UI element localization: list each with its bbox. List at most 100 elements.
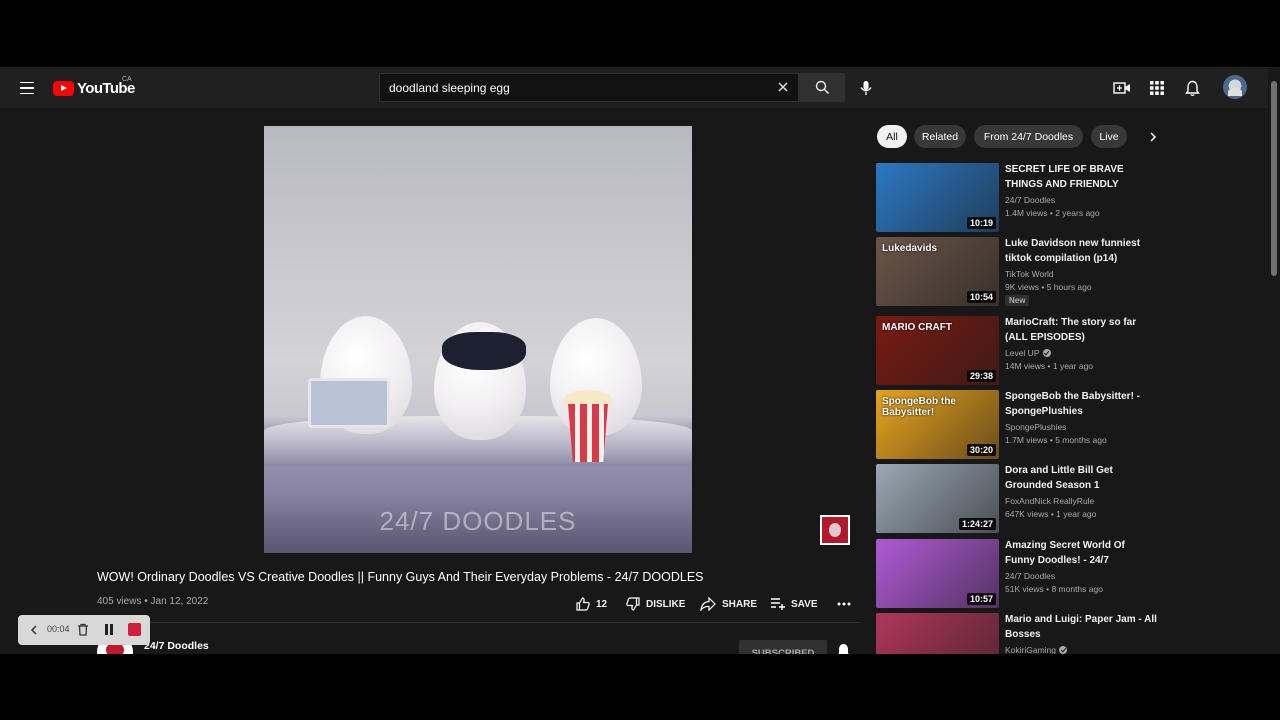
recommended-video[interactable]: 10:57 Amazing Secret World Of Funny Doodl… bbox=[876, 539, 1166, 609]
video-duration: 1:24:27 bbox=[958, 518, 996, 530]
more-horizontal-icon bbox=[837, 602, 851, 606]
screen-recorder-widget: 00:04 bbox=[18, 615, 150, 645]
chip-related[interactable]: Related bbox=[914, 125, 966, 148]
save-button[interactable]: SAVE bbox=[771, 595, 818, 613]
recommended-video[interactable]: 10:19 SECRET LIFE OF BRAVE THINGS AND FRI… bbox=[876, 163, 1166, 233]
video-duration: 10:19 bbox=[966, 217, 996, 229]
recommended-meta: 1.4M views • 2 years ago bbox=[1005, 208, 1100, 218]
recommended-channel-name: TikTok World bbox=[1005, 269, 1054, 279]
popcorn-prop bbox=[568, 404, 608, 462]
recommended-video-title[interactable]: Luke Davidson new funniest tiktok compil… bbox=[1005, 237, 1157, 266]
info-divider bbox=[97, 622, 860, 623]
video-meta: 405 views • Jan 12, 2022 bbox=[97, 596, 209, 607]
recommended-video-title[interactable]: SECRET LIFE OF BRAVE THINGS AND FRIENDLY… bbox=[1005, 163, 1157, 192]
like-button[interactable]: 12 bbox=[576, 595, 607, 613]
video-thumbnail[interactable]: 1:24:27 bbox=[876, 464, 999, 533]
recommended-video-title[interactable]: Dora and Little Bill Get Grounded Season… bbox=[1005, 464, 1157, 493]
recommended-channel[interactable]: 24/7 Doodles bbox=[1005, 571, 1055, 581]
recommended-meta: 14M views • 1 year ago bbox=[1005, 361, 1094, 371]
voice-search-button[interactable] bbox=[852, 74, 879, 101]
scrollbar-thumb[interactable] bbox=[1271, 81, 1277, 276]
recommended-channel-name: Level UP bbox=[1005, 348, 1040, 358]
stop-recording-icon[interactable] bbox=[128, 623, 141, 636]
thumbnail-caption: SpongeBob the Babysitter! bbox=[882, 396, 956, 418]
recommended-channel[interactable]: Level UP bbox=[1005, 348, 1051, 358]
recommended-channel[interactable]: KokiriGaming bbox=[1005, 645, 1068, 654]
verified-icon bbox=[1059, 646, 1068, 654]
recommended-channel[interactable]: 24/7 Doodles bbox=[1005, 195, 1055, 205]
clear-icon[interactable] bbox=[776, 80, 790, 94]
video-thumbnail[interactable]: SpongeBob the Babysitter! 30:20 bbox=[876, 390, 999, 459]
recommended-channel-name: 24/7 Doodles bbox=[1005, 571, 1056, 581]
recommended-channel-name: KokiriGaming bbox=[1005, 645, 1057, 654]
recommended-video-title[interactable]: SpongeBob the Babysitter! - SpongePlushi… bbox=[1005, 390, 1157, 419]
video-watermark: 24/7 DOODLES bbox=[379, 506, 577, 536]
save-playlist-icon bbox=[771, 598, 785, 610]
country-code: CA bbox=[122, 76, 132, 83]
recommended-video[interactable]: Mario and Luigi: Paper Jam - All Bosses K… bbox=[876, 613, 1166, 654]
thumbnail-caption: Lukedavids bbox=[882, 243, 938, 254]
chip-all[interactable]: All bbox=[877, 125, 907, 148]
delete-recording-icon[interactable] bbox=[77, 623, 89, 636]
video-duration: 10:57 bbox=[966, 593, 996, 605]
video-thumbnail[interactable] bbox=[876, 613, 999, 654]
recommended-channel[interactable]: SpongePlushies bbox=[1005, 422, 1066, 432]
mic-icon bbox=[859, 80, 872, 95]
apps-icon[interactable] bbox=[1146, 77, 1168, 99]
share-button[interactable]: SHARE bbox=[700, 595, 757, 613]
share-icon bbox=[700, 597, 716, 611]
phone-prop bbox=[308, 378, 390, 428]
save-label: SAVE bbox=[791, 598, 818, 610]
recommended-video[interactable]: Lukedavids 10:54 Luke Davidson new funnies… bbox=[876, 237, 1166, 307]
share-label: SHARE bbox=[722, 598, 758, 610]
thumbs-down-icon bbox=[626, 597, 640, 611]
collapse-chevron-icon[interactable] bbox=[30, 625, 37, 635]
recommended-meta: 1.7M views • 5 months ago bbox=[1005, 435, 1107, 445]
thumbs-up-icon bbox=[576, 597, 590, 611]
dislike-label: DISLIKE bbox=[646, 598, 686, 610]
notifications-icon[interactable] bbox=[1181, 77, 1203, 99]
menu-icon[interactable] bbox=[16, 77, 38, 99]
account-avatar[interactable] bbox=[1223, 75, 1247, 99]
scrollbar bbox=[1268, 67, 1280, 654]
pause-recording-icon[interactable] bbox=[104, 623, 114, 636]
channel-watermark-avatar[interactable] bbox=[820, 515, 850, 545]
video-duration: 30:20 bbox=[966, 444, 996, 456]
channel-bell-icon[interactable] bbox=[836, 643, 851, 654]
recommended-video[interactable]: SpongeBob the Babysitter! 30:20 SpongeBob … bbox=[876, 390, 1166, 460]
recommended-channel[interactable]: FoxAndNick ReallyRule bbox=[1005, 496, 1094, 506]
recommended-channel[interactable]: TikTok World bbox=[1005, 269, 1054, 279]
youtube-watch-page: YouTube CA 24/7 DOODL bbox=[0, 67, 1280, 654]
search-button[interactable] bbox=[799, 73, 845, 102]
video-thumbnail[interactable]: Lukedavids 10:54 bbox=[876, 237, 999, 306]
recommended-video-title[interactable]: Mario and Luigi: Paper Jam - All Bosses bbox=[1005, 613, 1157, 642]
recommended-meta: 9K views • 5 hours ago bbox=[1005, 282, 1092, 292]
recommended-video[interactable]: MARIO CRAFT 29:38 MarioCraft: The story so… bbox=[876, 316, 1166, 386]
dislike-button[interactable]: DISLIKE bbox=[626, 595, 685, 613]
thumbnail-caption: MARIO CRAFT bbox=[882, 322, 952, 333]
video-thumbnail[interactable]: 10:57 bbox=[876, 539, 999, 608]
verified-icon bbox=[1042, 349, 1051, 357]
search-icon bbox=[815, 80, 829, 95]
recording-time: 00:04 bbox=[47, 624, 70, 634]
subscribe-button[interactable]: SUBSCRIBED bbox=[739, 640, 827, 654]
video-player[interactable]: 24/7 DOODLES bbox=[264, 126, 692, 553]
chevron-right-icon[interactable] bbox=[1145, 129, 1161, 145]
more-actions-button[interactable] bbox=[837, 595, 851, 613]
recommended-video-title[interactable]: Amazing Secret World Of Funny Doodles! -… bbox=[1005, 539, 1157, 568]
channel-name[interactable]: 24/7 Doodles bbox=[144, 640, 209, 652]
chip-from-channel[interactable]: From 24/7 Doodles bbox=[974, 125, 1083, 148]
recommended-video[interactable]: 1:24:27 Dora and Little Bill Get Grounded… bbox=[876, 464, 1166, 534]
recommended-meta: 51K views • 8 months ago bbox=[1005, 584, 1103, 594]
recommended-channel-name: SpongePlushies bbox=[1005, 422, 1067, 432]
search-input[interactable] bbox=[389, 74, 769, 101]
chip-live[interactable]: Live bbox=[1091, 125, 1127, 148]
recommended-meta: 647K views • 1 year ago bbox=[1005, 509, 1097, 519]
video-duration: 29:38 bbox=[966, 370, 996, 382]
recommended-video-title[interactable]: MarioCraft: The story so far (ALL EPISOD… bbox=[1005, 316, 1157, 345]
video-thumbnail[interactable]: 10:19 bbox=[876, 163, 999, 232]
recommended-channel-name: FoxAndNick ReallyRule bbox=[1005, 496, 1095, 506]
video-duration: 10:54 bbox=[966, 291, 996, 303]
video-thumbnail[interactable]: MARIO CRAFT 29:38 bbox=[876, 316, 999, 385]
create-video-icon[interactable] bbox=[1111, 77, 1133, 99]
